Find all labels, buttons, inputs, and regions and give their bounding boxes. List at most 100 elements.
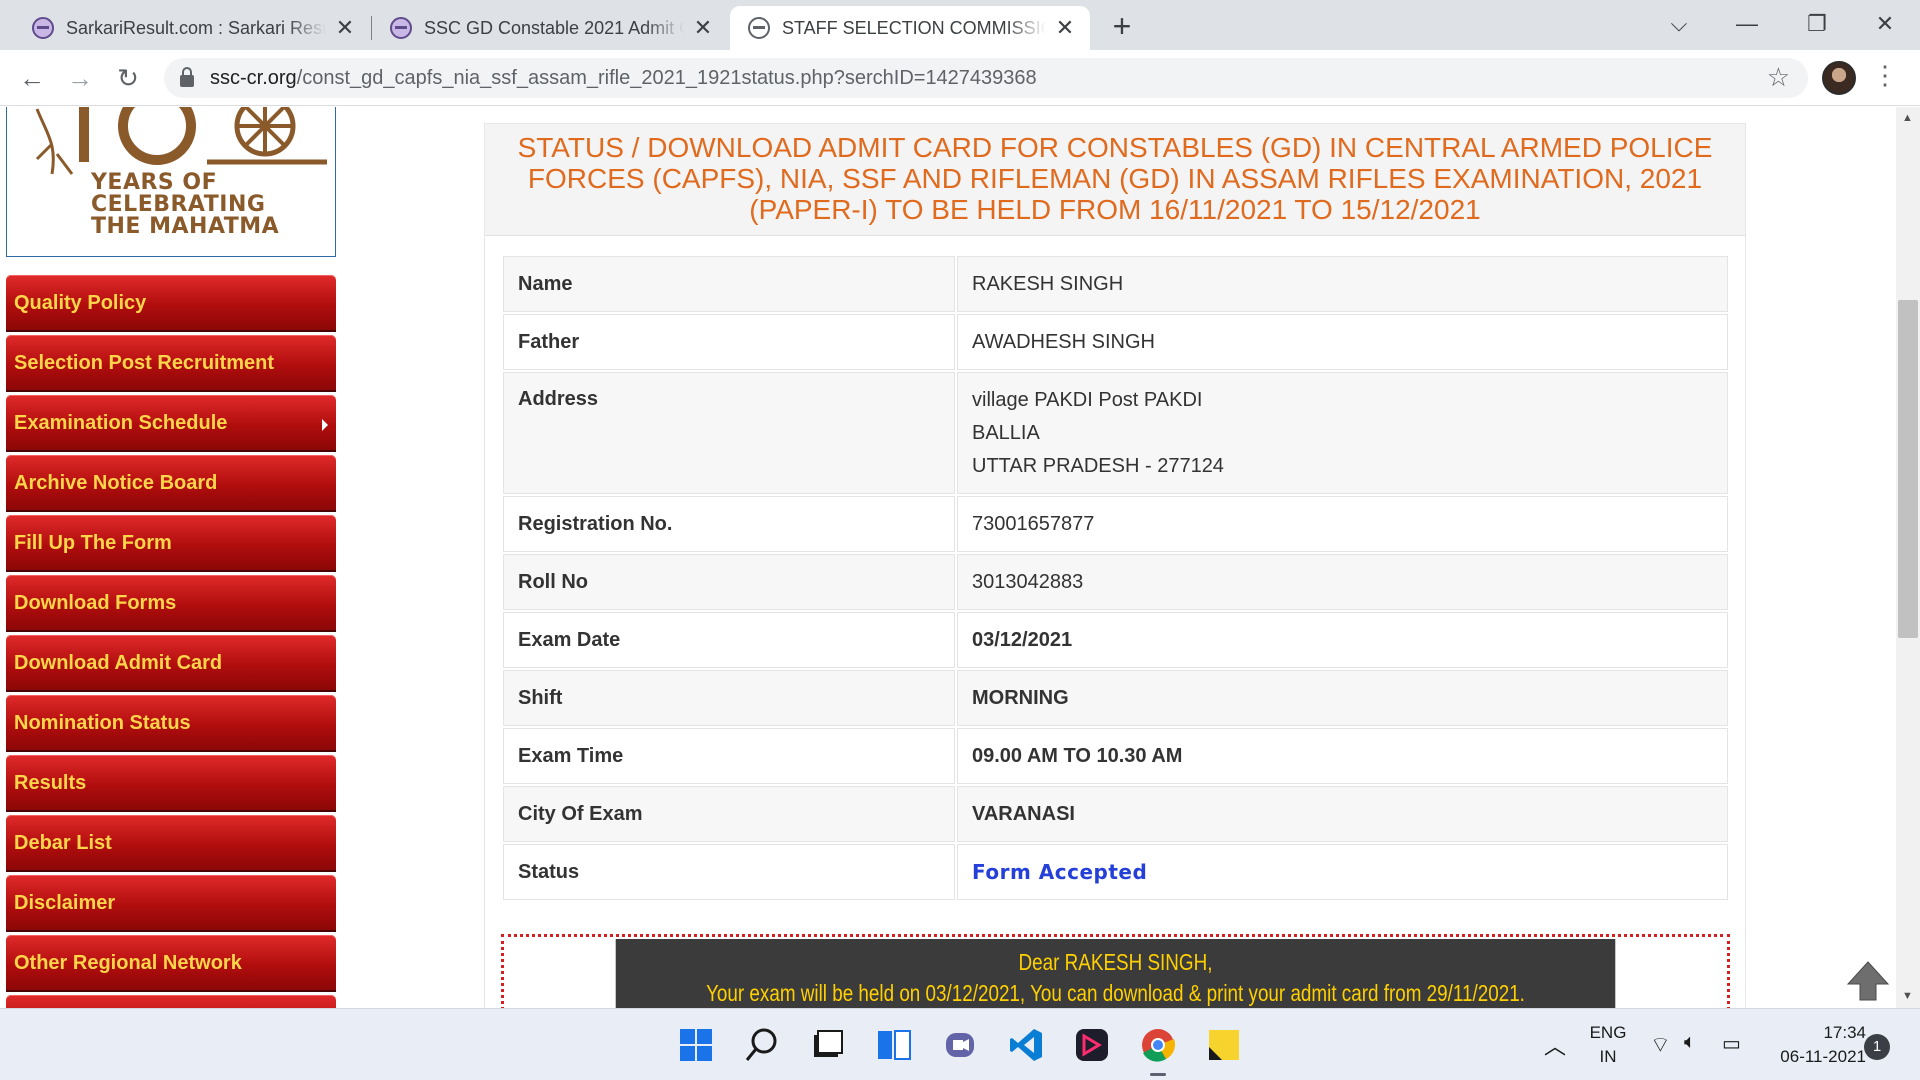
reload-icon[interactable]: ↻ [110, 60, 146, 96]
exam-city: VARANASI [957, 786, 1728, 842]
search-icon[interactable] [744, 1027, 780, 1063]
new-tab-button[interactable]: + [1106, 8, 1138, 44]
scroll-down-arrow-icon[interactable]: ▼ [1902, 990, 1913, 1002]
url-path: /const_gd_capfs_nia_ssf_assam_rifle_2021… [296, 66, 1037, 89]
row-label: Name [503, 256, 955, 312]
menu-item-archive-notice-board[interactable]: Archive Notice Board [6, 455, 336, 512]
notice-greeting: Dear RAKESH SINGH, [1018, 949, 1213, 975]
restore-button[interactable]: ❐ [1794, 6, 1840, 42]
forward-arrow-icon[interactable]: → [62, 60, 98, 96]
table-row: Name RAKESH SINGH [503, 256, 1728, 312]
language-code: ENG [1589, 1023, 1627, 1042]
teams-chat-icon[interactable] [942, 1027, 978, 1063]
url-host: ssc-cr.org [210, 66, 297, 89]
lock-icon[interactable] [180, 67, 194, 87]
address-bar: ← → ↻ ssc-cr.org/const_gd_capfs_nia_ssf_… [0, 50, 1920, 106]
site-favicon-icon [32, 17, 54, 39]
sidebar-menu: Quality Policy Selection Post Recruitmen… [6, 275, 336, 1008]
mahatma-150-logo: YEARS OF CELEBRATING THE MAHATMA [6, 107, 336, 257]
row-label: Exam Date [503, 612, 955, 668]
back-to-top-arrow-icon[interactable] [1846, 960, 1890, 1002]
address-line: village PAKDI Post PAKDI [972, 388, 1203, 411]
menu-item-examination-schedule[interactable]: Examination Schedule [6, 395, 336, 452]
table-row: Shift MORNING [503, 670, 1728, 726]
logo-line: CELEBRATING [91, 192, 266, 217]
language-indicator[interactable]: ENG IN [1586, 1023, 1630, 1067]
windows-start-icon[interactable] [678, 1027, 714, 1063]
logo-caption: YEARS OF CELEBRATING THE MAHATMA [91, 172, 279, 238]
tab-ssc-gd-admit-card[interactable]: SSC GD Constable 2021 Admit Card ✕ [372, 6, 728, 50]
exam-date: 03/12/2021 [957, 612, 1728, 668]
region-code: IN [1599, 1047, 1617, 1066]
roll-number: 3013042883 [957, 554, 1728, 610]
menu-item-download-admit-card[interactable]: Download Admit Card [6, 635, 336, 692]
table-row: Exam Date 03/12/2021 [503, 612, 1728, 668]
web-page: YEARS OF CELEBRATING THE MAHATMA Quality… [0, 107, 1896, 1008]
tab-search-chevron-icon[interactable]: ⌵ [1656, 6, 1702, 42]
row-label: Status [503, 844, 955, 900]
video-editor-icon[interactable] [1074, 1027, 1110, 1063]
father-name: AWADHESH SINGH [957, 314, 1728, 370]
menu-item-results[interactable]: Results [6, 755, 336, 812]
tab-staff-selection-commission[interactable]: STAFF SELECTION COMMISSION ✕ [730, 6, 1090, 50]
clock[interactable]: 17:34 06-11-2021 [1770, 1023, 1866, 1067]
logo-line: YEARS OF [91, 170, 218, 195]
close-tab-icon[interactable]: ✕ [1054, 15, 1076, 41]
wifi-icon[interactable]: ⌔ [1650, 1031, 1671, 1059]
close-tab-icon[interactable]: ✕ [692, 15, 714, 41]
bookmark-star-icon[interactable]: ☆ [1767, 62, 1790, 93]
scrollbar-thumb[interactable] [1898, 300, 1918, 638]
row-label: Exam Time [503, 728, 955, 784]
clock-date: 06-11-2021 [1780, 1047, 1866, 1066]
table-row: Address village PAKDI Post PAKDI BALLIA … [503, 372, 1728, 494]
row-label: Address [503, 372, 955, 494]
status-cell: Form Accepted [957, 844, 1728, 900]
show-hidden-icons-chevron-icon[interactable]: ︿ [1544, 1029, 1566, 1061]
windows-taskbar: ︿ ENG IN ⌔ 🔈︎ ▭ 17:34 06-11-2021 [0, 1008, 1920, 1080]
status-panel: STATUS / DOWNLOAD ADMIT CARD FOR CONSTAB… [484, 123, 1746, 1008]
tab-title: SarkariResult.com : Sarkari Result [66, 17, 326, 38]
widgets-icon[interactable] [876, 1027, 912, 1063]
vscode-icon[interactable] [1008, 1027, 1044, 1063]
globe-icon [748, 17, 770, 39]
notification-badge[interactable]: 1 [1864, 1034, 1890, 1060]
menu-item-disclaimer[interactable]: Disclaimer [6, 875, 336, 932]
row-label: Father [503, 314, 955, 370]
close-tab-icon[interactable]: ✕ [334, 15, 356, 41]
active-app-indicator [1150, 1073, 1166, 1076]
menu-item-debar-list[interactable]: Debar List [6, 815, 336, 872]
menu-item-other-regional-network[interactable]: Other Regional Network [6, 935, 336, 992]
notice-message: Your exam will be held on 03/12/2021, Yo… [706, 980, 1525, 1006]
table-row: Roll No 3013042883 [503, 554, 1728, 610]
menu-item-nomination-status[interactable]: Nomination Status [6, 695, 336, 752]
exam-notice-box: Dear RAKESH SINGH, Your exam will be hel… [501, 934, 1730, 1008]
profile-avatar[interactable] [1822, 61, 1856, 95]
minimize-button[interactable]: — [1724, 6, 1770, 42]
row-label: Registration No. [503, 496, 955, 552]
chrome-icon[interactable] [1140, 1027, 1176, 1063]
menu-item-selection-post-recruitment[interactable]: Selection Post Recruitment [6, 335, 336, 392]
url-input[interactable]: ssc-cr.org/const_gd_capfs_nia_ssf_assam_… [164, 58, 1808, 98]
task-view-icon[interactable] [810, 1027, 846, 1063]
menu-item-download-forms[interactable]: Download Forms [6, 575, 336, 632]
battery-icon[interactable]: ▭ [1722, 1031, 1741, 1056]
menu-item-quality-policy[interactable]: Quality Policy [6, 275, 336, 332]
logo-line: THE MAHATMA [91, 214, 280, 239]
volume-icon[interactable]: 🔈︎ [1684, 1031, 1696, 1054]
tab-title: STAFF SELECTION COMMISSION [782, 17, 1046, 38]
more-menu-icon[interactable]: ⋮ [1872, 60, 1898, 91]
registration-number: 73001657877 [957, 496, 1728, 552]
exam-time: 09.00 AM TO 10.30 AM [957, 728, 1728, 784]
sticky-notes-icon[interactable] [1206, 1027, 1242, 1063]
page-title: STATUS / DOWNLOAD ADMIT CARD FOR CONSTAB… [485, 124, 1745, 236]
tab-title: SSC GD Constable 2021 Admit Card [424, 17, 684, 38]
menu-item-fill-up-the-form[interactable]: Fill Up The Form [6, 515, 336, 572]
table-row: City Of Exam VARANASI [503, 786, 1728, 842]
exam-notice: Dear RAKESH SINGH, Your exam will be hel… [615, 939, 1616, 1008]
menu-item-partial[interactable] [6, 995, 336, 1008]
scroll-up-arrow-icon[interactable]: ▲ [1902, 112, 1913, 124]
close-window-button[interactable]: ✕ [1862, 6, 1908, 42]
back-arrow-icon[interactable]: ← [14, 60, 50, 96]
table-row: Exam Time 09.00 AM TO 10.30 AM [503, 728, 1728, 784]
tab-sarkari-result[interactable]: SarkariResult.com : Sarkari Result ✕ [14, 6, 370, 50]
